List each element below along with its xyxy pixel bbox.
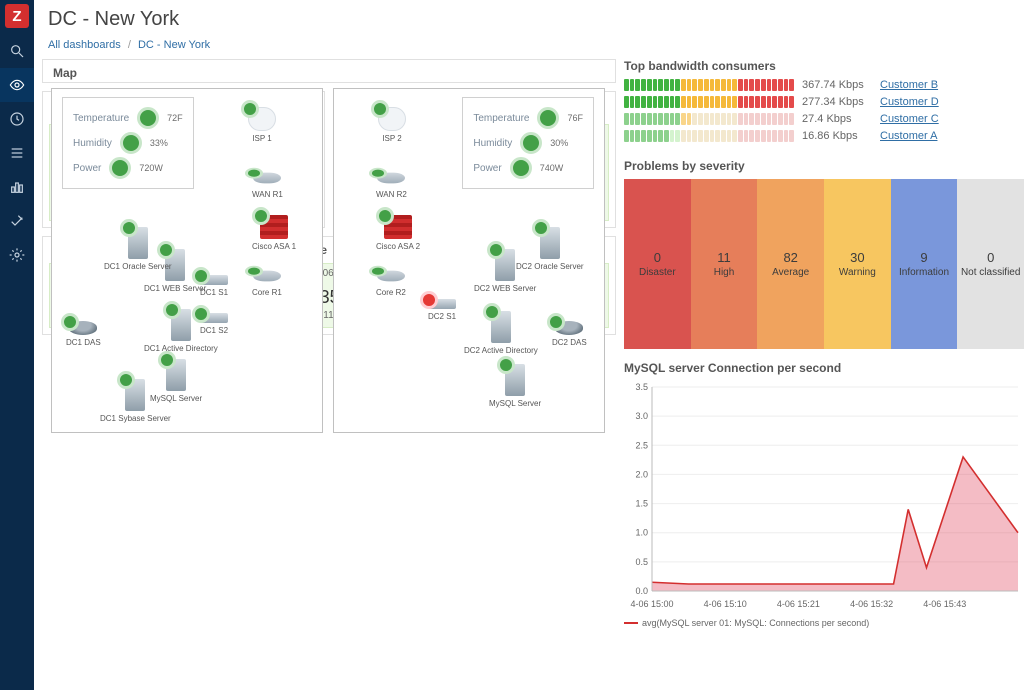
node-asa2[interactable]: Cisco ASA 2 — [376, 215, 420, 251]
svg-text:2.5: 2.5 — [635, 440, 648, 450]
env-box-a: Temperature72F Humidity33% Power720W — [62, 97, 194, 189]
page-title: DC - New York — [48, 8, 1018, 31]
bandwidth-row: 277.34 KbpsCustomer D — [624, 96, 1024, 108]
severity-cell[interactable]: 11High — [691, 179, 758, 349]
breadcrumb-current[interactable]: DC - New York — [138, 39, 210, 51]
services-icon[interactable] — [0, 102, 34, 136]
svg-text:4-06 15:00: 4-06 15:00 — [630, 599, 673, 609]
node-dc2-s1[interactable]: DC2 S1 — [428, 299, 456, 321]
node-dc1-ad[interactable]: DC1 Active Directory — [144, 309, 218, 353]
map-title: Map — [43, 60, 615, 82]
monitoring-icon[interactable] — [0, 68, 34, 102]
node-isp1[interactable]: ISP 1 — [248, 107, 276, 143]
mysql-chart[interactable]: 0.0 0.5 1.0 1.5 2.0 2.5 3.0 3.5 4-06 15:00 4-06 1… — [624, 381, 1024, 613]
severity-cell[interactable]: 82Average — [757, 179, 824, 349]
svg-text:3.5: 3.5 — [635, 382, 648, 392]
bandwidth-customer-link[interactable]: Customer C — [880, 113, 939, 125]
node-wan-r1[interactable]: WAN R1 — [252, 169, 283, 199]
node-dc2-das[interactable]: DC2 DAS — [552, 321, 587, 347]
severity-grid: 0Disaster11High82Average30Warning9Inform… — [624, 179, 1024, 349]
admin-icon[interactable] — [0, 238, 34, 272]
ok-icon — [520, 132, 542, 154]
datacenter-a: Temperature72F Humidity33% Power720W ISP… — [51, 88, 323, 433]
svg-text:1.5: 1.5 — [635, 499, 648, 509]
bandwidth-customer-link[interactable]: Customer B — [880, 79, 938, 91]
bandwidth-bar — [624, 79, 794, 91]
datacenter-b: Temperature76F Humidity30% Power740W ISP… — [333, 88, 605, 433]
node-isp2[interactable]: ISP 2 — [378, 107, 406, 143]
node-dc1-das[interactable]: DC1 DAS — [66, 321, 101, 347]
env-box-b: Temperature76F Humidity30% Power740W — [462, 97, 594, 189]
ok-icon — [537, 107, 559, 129]
node-dc1-sybase[interactable]: DC1 Sybase Server — [100, 379, 171, 423]
bandwidth-customer-link[interactable]: Customer D — [880, 96, 939, 108]
severity-cell[interactable]: 30Warning — [824, 179, 891, 349]
bandwidth-bar — [624, 113, 794, 125]
bandwidth-row: 16.86 KbpsCustomer A — [624, 130, 1024, 142]
bandwidth-panel: Top bandwidth consumers 367.74 KbpsCusto… — [624, 59, 1024, 147]
bandwidth-row: 367.74 KbpsCustomer B — [624, 79, 1024, 91]
node-dc2-mysql[interactable]: MySQL Server — [489, 364, 541, 408]
chart-panel: MySQL server Connection per second 0.00.… — [624, 361, 1024, 633]
breadcrumb-all[interactable]: All dashboards — [48, 39, 121, 51]
node-dc1-oracle[interactable]: DC1 Oracle Server — [104, 227, 172, 271]
ok-icon — [510, 157, 532, 179]
map-panel: Map — [42, 59, 616, 83]
chart-legend: avg(MySQL server 01: MySQL: Connections … — [624, 618, 1024, 628]
bandwidth-customer-link[interactable]: Customer A — [880, 130, 937, 142]
ok-icon — [120, 132, 142, 154]
node-core-r2[interactable]: Core R2 — [376, 267, 406, 297]
ok-icon — [109, 157, 131, 179]
severity-cell[interactable]: 9Information — [891, 179, 958, 349]
titlebar: DC - New York — [34, 0, 1024, 35]
severity-cell[interactable]: 0Disaster — [624, 179, 691, 349]
svg-text:1.0: 1.0 — [635, 528, 648, 538]
sidebar: Z — [0, 0, 34, 690]
svg-text:4-06 15:21: 4-06 15:21 — [777, 599, 820, 609]
svg-text:4-06 15:32: 4-06 15:32 — [850, 599, 893, 609]
severity-cell[interactable]: 0Not classified — [957, 179, 1024, 349]
svg-text:4-06 15:10: 4-06 15:10 — [704, 599, 747, 609]
ok-icon — [137, 107, 159, 129]
reports-icon[interactable] — [0, 170, 34, 204]
node-core-r1[interactable]: Core R1 — [252, 267, 282, 297]
node-wan-r2[interactable]: WAN R2 — [376, 169, 407, 199]
breadcrumb: All dashboards / DC - New York — [34, 35, 1024, 59]
bandwidth-bar — [624, 130, 794, 142]
svg-text:2.0: 2.0 — [635, 469, 648, 479]
severity-panel: Problems by severity 0Disaster11High82Av… — [624, 159, 1024, 349]
node-dc2-ad[interactable]: DC2 Active Directory — [464, 311, 538, 355]
svg-text:3.0: 3.0 — [635, 411, 648, 421]
svg-text:0.0: 0.0 — [635, 586, 648, 596]
svg-text:4-06 15:43: 4-06 15:43 — [923, 599, 966, 609]
svg-text:0.5: 0.5 — [635, 557, 648, 567]
search-icon[interactable] — [0, 34, 34, 68]
node-dc2-oracle[interactable]: DC2 Oracle Server — [516, 227, 584, 271]
bandwidth-bar — [624, 96, 794, 108]
config-icon[interactable] — [0, 204, 34, 238]
bandwidth-row: 27.4 KbpsCustomer C — [624, 113, 1024, 125]
inventory-icon[interactable] — [0, 136, 34, 170]
zabbix-logo[interactable]: Z — [5, 4, 29, 28]
node-asa1[interactable]: Cisco ASA 1 — [252, 215, 296, 251]
